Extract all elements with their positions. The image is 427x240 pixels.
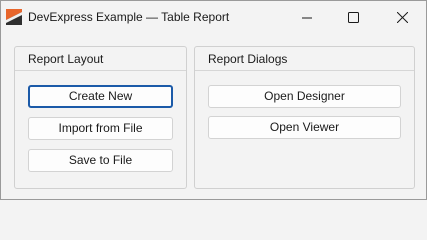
open-viewer-button[interactable]: Open Viewer [208,116,401,139]
save-to-file-button[interactable]: Save to File [28,149,173,172]
report-layout-header: Report Layout [15,47,186,71]
report-layout-group: Report Layout Create New Import from Fil… [14,46,187,189]
maximize-icon [347,12,359,23]
close-icon [396,12,408,23]
title-bar[interactable]: DevExpress Example — Table Report [1,1,426,34]
report-dialogs-header: Report Dialogs [195,47,414,71]
minimize-icon [302,17,312,18]
maximize-button[interactable] [330,1,376,34]
open-designer-button[interactable]: Open Designer [208,85,401,108]
close-button[interactable] [379,1,425,34]
create-new-button[interactable]: Create New [28,85,173,108]
report-dialogs-group: Report Dialogs Open Designer Open Viewer [194,46,415,189]
window-title: DevExpress Example — Table Report [28,10,230,24]
import-from-file-button[interactable]: Import from File [28,117,173,140]
devexpress-logo-icon [6,9,22,25]
app-window: DevExpress Example — Table Report Report… [0,0,427,200]
minimize-button[interactable] [284,1,330,34]
